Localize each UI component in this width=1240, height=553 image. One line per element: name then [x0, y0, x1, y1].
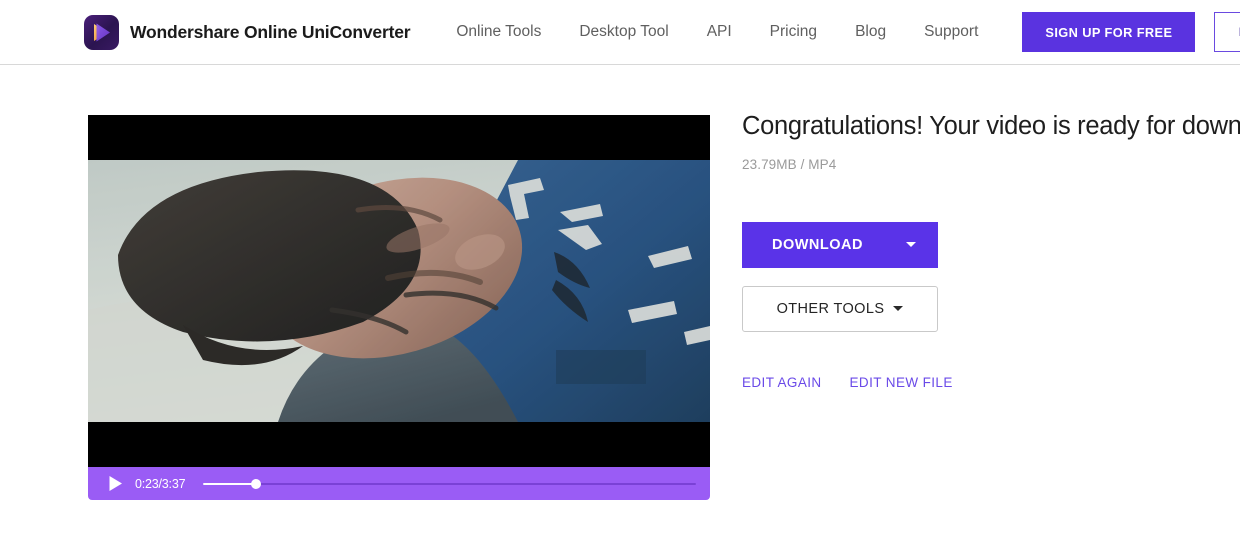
- log-in-button[interactable]: LOG IN: [1214, 12, 1240, 52]
- download-button-label: DOWNLOAD: [772, 236, 863, 253]
- nav-item-blog[interactable]: Blog: [836, 23, 905, 41]
- progress-track: [203, 482, 696, 485]
- sign-up-button[interactable]: SIGN UP FOR FREE: [1022, 12, 1196, 52]
- header-actions: SIGN UP FOR FREE LOG IN: [1022, 12, 1240, 52]
- video-frame[interactable]: [88, 115, 710, 467]
- download-button[interactable]: DOWNLOAD: [742, 221, 938, 268]
- main-nav: Online Tools Desktop Tool API Pricing Bl…: [437, 23, 997, 41]
- edit-new-file-link[interactable]: EDIT NEW FILE: [850, 375, 953, 390]
- nav-item-support[interactable]: Support: [905, 23, 997, 41]
- video-still-image: [88, 160, 710, 422]
- progress-fill: [203, 482, 256, 485]
- time-display: 0:23/3:37: [135, 476, 186, 491]
- video-player: 0:23/3:37: [88, 115, 710, 500]
- brand-name: Wondershare Online UniConverter: [130, 21, 411, 42]
- edit-links: EDIT AGAIN EDIT NEW FILE: [742, 375, 1240, 390]
- other-tools-button-label: OTHER TOOLS: [776, 300, 885, 317]
- page-title: Congratulations! Your video is ready for…: [742, 112, 1240, 140]
- play-logo-icon: [84, 14, 119, 50]
- chevron-down-icon: [893, 306, 904, 312]
- edit-again-link[interactable]: EDIT AGAIN: [742, 375, 822, 390]
- site-header: Wondershare Online UniConverter Online T…: [0, 0, 1240, 65]
- nav-item-pricing[interactable]: Pricing: [751, 23, 836, 41]
- result-panel: Congratulations! Your video is ready for…: [742, 111, 1240, 390]
- chevron-down-icon: [906, 242, 916, 248]
- file-meta: 23.79MB / MP4: [742, 156, 837, 172]
- brand-logo-link[interactable]: Wondershare Online UniConverter: [84, 14, 411, 50]
- main-content: 0:23/3:37 Congratulations! Your video is…: [0, 65, 1240, 553]
- nav-item-online-tools[interactable]: Online Tools: [437, 23, 560, 41]
- progress-handle[interactable]: [250, 478, 261, 489]
- other-tools-button[interactable]: OTHER TOOLS: [742, 285, 938, 332]
- nav-item-desktop-tool[interactable]: Desktop Tool: [560, 23, 687, 41]
- progress-bar[interactable]: [203, 477, 696, 491]
- nav-item-api[interactable]: API: [688, 23, 751, 41]
- play-icon[interactable]: [108, 475, 123, 492]
- player-controls: 0:23/3:37: [88, 467, 710, 500]
